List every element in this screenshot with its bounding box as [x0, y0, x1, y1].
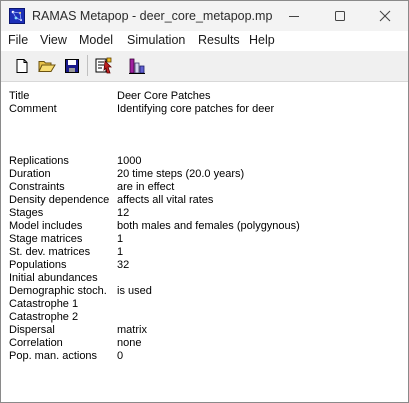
toolbar-separator — [87, 55, 88, 76]
summary-label: Comment — [9, 103, 57, 115]
summary-value: affects all vital rates — [117, 194, 214, 206]
minimize-icon — [289, 16, 299, 17]
summary-label: Duration — [9, 168, 51, 180]
summary-label: Pop. man. actions — [9, 350, 98, 362]
summary-label: Initial abundances — [9, 272, 98, 284]
summary-label: Catastrophe 2 — [9, 311, 79, 323]
run-simulation-button[interactable] — [92, 54, 115, 77]
summary-value: 12 — [117, 207, 130, 219]
results-bars-icon — [128, 58, 145, 74]
summary-value: 20 time steps (20.0 years) — [117, 168, 245, 180]
summary-label: Correlation — [9, 337, 63, 349]
summary-value: 1 — [117, 233, 124, 245]
menu-file[interactable]: File — [8, 33, 28, 47]
ramas-metapop-app-icon — [9, 8, 25, 24]
run-simulation-icon — [95, 57, 112, 73]
summary-label: Replications — [9, 155, 69, 167]
summary-label: Model includes — [9, 220, 83, 232]
summary-value: 32 — [117, 259, 130, 271]
summary-value: none — [117, 337, 142, 349]
summary-label: Constraints — [9, 181, 65, 193]
summary-value: 0 — [117, 350, 124, 362]
summary-label: Density dependence — [9, 194, 110, 206]
summary-label: Stage matrices — [9, 233, 83, 245]
summary-value: both males and females (polygynous) — [117, 220, 300, 232]
menu-help[interactable]: Help — [249, 33, 275, 47]
open-file-button[interactable] — [35, 54, 58, 77]
toolbar — [1, 51, 408, 82]
summary-label: Stages — [9, 207, 44, 219]
summary-label: Catastrophe 1 — [9, 298, 79, 310]
summary-label: Demographic stoch. — [9, 285, 107, 297]
maximize-icon — [335, 11, 345, 21]
results-button[interactable] — [125, 54, 148, 77]
new-file-button[interactable] — [10, 54, 33, 77]
menu-bar: File View Model Simulation Results Help — [1, 31, 408, 51]
summary-value: 1000 — [117, 155, 142, 167]
model-summary-panel: Title Deer Core Patches Comment Identify… — [1, 82, 408, 400]
app-window: RAMAS Metapop - deer_core_metapop.mp Fil… — [0, 0, 409, 403]
summary-value: Deer Core Patches — [117, 90, 211, 102]
window-title: RAMAS Metapop - deer_core_metapop.mp — [32, 9, 273, 23]
close-icon — [379, 10, 391, 22]
summary-label: Title — [9, 90, 30, 102]
open-folder-icon — [37, 60, 56, 72]
summary-value: are in effect — [117, 181, 175, 193]
menu-results[interactable]: Results — [198, 33, 240, 47]
new-document-icon — [16, 58, 27, 73]
summary-value: is used — [117, 285, 152, 297]
save-file-button[interactable] — [60, 54, 83, 77]
floppy-disk-icon — [64, 58, 79, 73]
maximize-button[interactable] — [317, 1, 363, 31]
menu-model[interactable]: Model — [79, 33, 113, 47]
minimize-button[interactable] — [271, 1, 317, 31]
summary-value: Identifying core patches for deer — [117, 103, 275, 115]
summary-label: Dispersal — [9, 324, 55, 336]
title-bar[interactable]: RAMAS Metapop - deer_core_metapop.mp — [1, 1, 408, 31]
menu-view[interactable]: View — [40, 33, 67, 47]
summary-label: Populations — [9, 259, 67, 271]
menu-simulation[interactable]: Simulation — [127, 33, 185, 47]
summary-value: matrix — [117, 324, 147, 336]
summary-label: St. dev. matrices — [9, 246, 91, 258]
summary-value: 1 — [117, 246, 124, 258]
close-button[interactable] — [362, 1, 408, 31]
